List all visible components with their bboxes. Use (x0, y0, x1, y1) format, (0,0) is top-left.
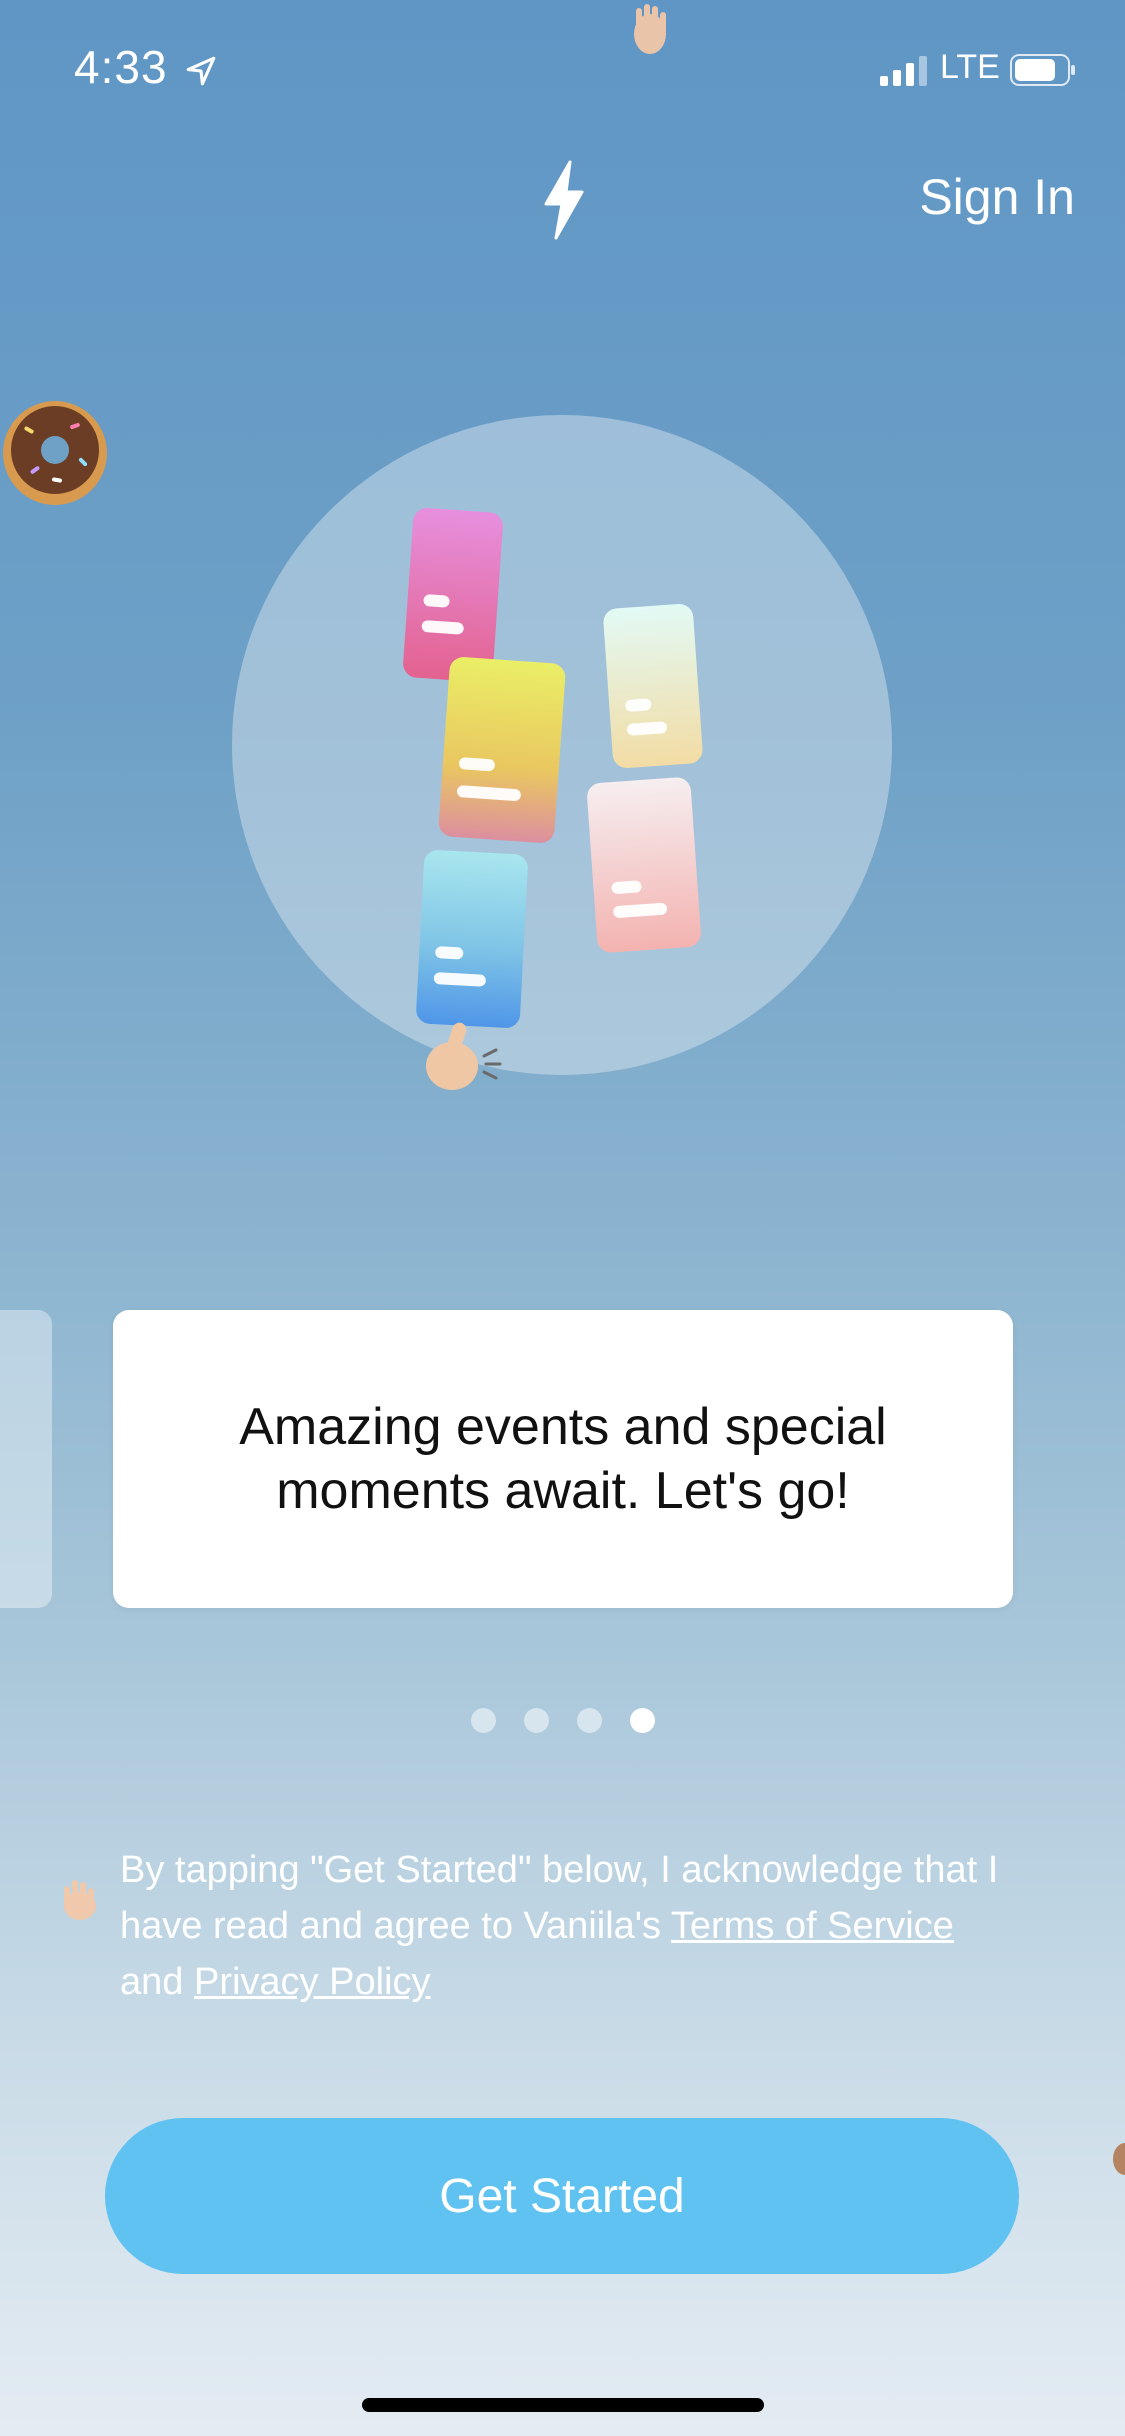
illustration-card (402, 507, 504, 683)
waving-hand-icon (64, 1880, 96, 1920)
carousel-previous-card[interactable] (0, 1310, 52, 1608)
hero-illustration (232, 415, 892, 1075)
get-started-button[interactable]: Get Started (105, 2118, 1019, 2274)
page-dot[interactable] (470, 1708, 496, 1733)
battery-icon (1010, 54, 1075, 86)
location-arrow-icon (186, 56, 216, 86)
illustration-card (602, 603, 704, 769)
terms-of-service-link[interactable]: Terms of Service (671, 1905, 954, 1947)
illustration-card (586, 776, 702, 954)
signal-icon (880, 56, 927, 86)
status-time: 4:33 (74, 41, 168, 93)
sign-in-button[interactable]: Sign In (919, 168, 1075, 226)
waving-hand-icon (634, 4, 666, 54)
network-label: LTE (940, 48, 1000, 86)
legal-text: By tapping "Get Started" below, I acknow… (120, 1842, 1020, 2010)
page-dot[interactable] (523, 1708, 549, 1733)
home-indicator (362, 2398, 764, 2412)
page-dot-active[interactable] (629, 1708, 655, 1733)
privacy-policy-link[interactable]: Privacy Policy (194, 1961, 431, 2003)
status-bar: 4:33 LTE (0, 0, 1125, 130)
legal-middle: and (120, 1961, 194, 2003)
page-indicator (0, 1708, 1125, 1734)
illustration-card (437, 656, 567, 844)
hand-icon (1113, 2143, 1125, 2175)
illustration-card (415, 849, 529, 1029)
lightning-bolt-icon (544, 160, 584, 240)
carousel-text: Amazing events and special moments await… (239, 1398, 887, 1520)
donut-icon (3, 401, 107, 505)
tapping-hand-icon (426, 1022, 502, 1090)
carousel-card: Amazing events and special moments await… (113, 1310, 1013, 1608)
page-dot[interactable] (576, 1708, 602, 1733)
